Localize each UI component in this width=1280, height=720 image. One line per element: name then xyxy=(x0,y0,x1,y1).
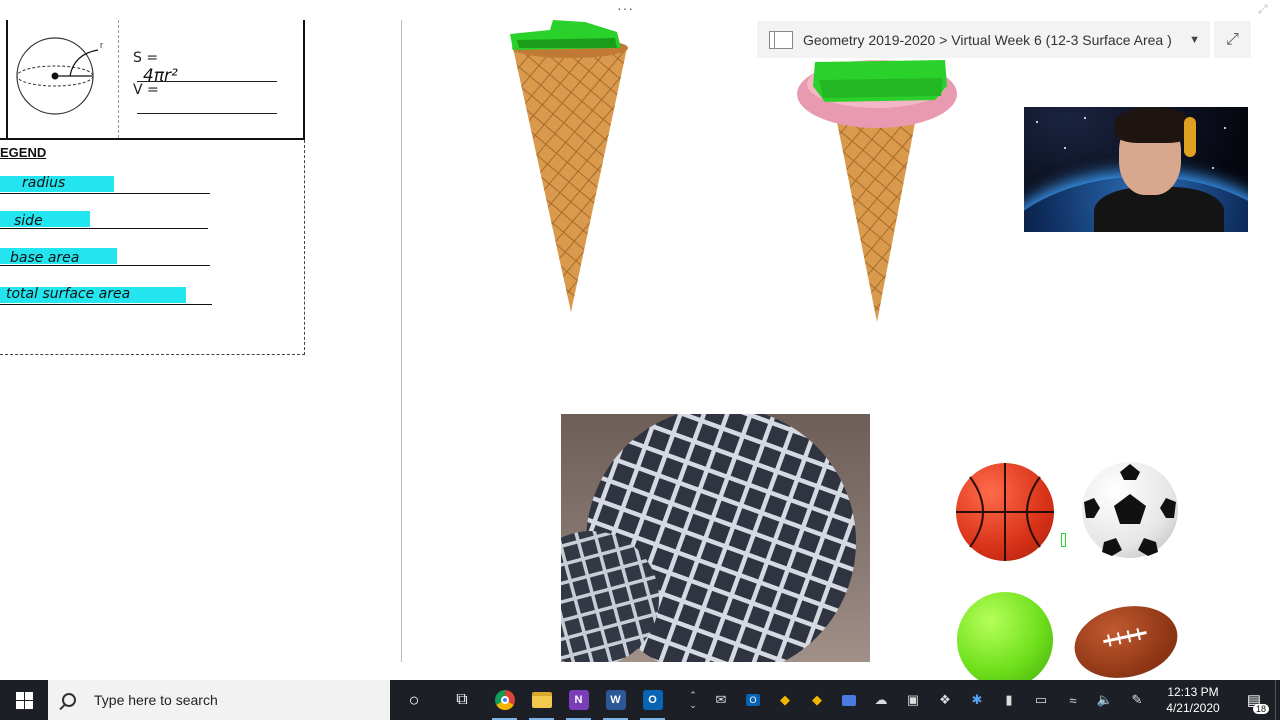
search-placeholder: Type here to search xyxy=(94,692,218,708)
legend-item-label: side xyxy=(14,213,43,229)
taskbar-search-box[interactable]: Type here to search xyxy=(48,680,390,720)
page-divider xyxy=(401,20,402,662)
football-image[interactable] xyxy=(1067,596,1185,680)
cortana-icon[interactable]: ○ xyxy=(390,680,438,720)
onenote-canvas[interactable]: r S = 4πr² V = EGEND radius side base ar… xyxy=(0,0,1280,680)
ice-cream-cone-scoop-image[interactable] xyxy=(795,56,960,326)
surface-area-formula: S = 4πr² xyxy=(133,50,303,86)
breadcrumb-text: Geometry 2019-2020 > Virtual Week 6 (12-… xyxy=(803,31,1172,48)
system-tray: ⌃ ⌄ ✉ O ◆ ◆ ☁ ▣ ❖ ✱ ▮ ▭ ≈ 🔈 ✎ 12:13 PM 4/… xyxy=(681,680,1280,720)
windows-logo-icon xyxy=(15,691,33,709)
notebook-breadcrumb[interactable]: Geometry 2019-2020 > Virtual Week 6 (12-… xyxy=(757,21,1210,58)
search-icon xyxy=(62,693,76,707)
legend-item-total-surface-area: total surface area xyxy=(0,286,212,309)
sphere-formula-box: r S = 4πr² V = xyxy=(0,20,305,140)
more-options-icon[interactable]: ··· xyxy=(617,0,634,16)
taskbar-clock[interactable]: 12:13 PM 4/21/2020 xyxy=(1153,684,1233,716)
box-left-border xyxy=(6,20,8,138)
show-desktop-button[interactable] xyxy=(1275,680,1280,720)
chevron-down-icon[interactable]: ▼ xyxy=(1189,34,1200,46)
mail-icon[interactable]: ✉ xyxy=(705,680,737,720)
start-button[interactable] xyxy=(0,680,48,720)
meeting-icon[interactable] xyxy=(833,680,865,720)
notification-icon[interactable]: ▤ 18 xyxy=(1233,680,1275,720)
outlook-icon[interactable]: O xyxy=(634,680,671,720)
usb-icon[interactable]: ▮ xyxy=(993,680,1025,720)
expand-icon[interactable]: ⤢ xyxy=(1214,21,1251,58)
clock-date: 4/21/2020 xyxy=(1166,701,1220,715)
green-ink-mark xyxy=(1061,533,1066,547)
task-view-icon[interactable]: ⧉ xyxy=(438,680,486,720)
word-icon[interactable]: W xyxy=(597,680,634,720)
sphere-r-label: r xyxy=(100,40,103,50)
wifi-icon[interactable]: ≈ xyxy=(1057,680,1089,720)
sphere-diagram: r xyxy=(16,37,103,115)
legend-item-label: radius xyxy=(22,175,66,191)
box-divider xyxy=(118,20,119,138)
green-ball-image[interactable] xyxy=(957,592,1053,680)
drive-icon[interactable]: ◆ xyxy=(801,680,833,720)
legend-item-base-area: base area xyxy=(0,248,210,270)
drive-sync-icon[interactable]: ◆ xyxy=(769,680,801,720)
volume-icon[interactable]: 🔈 xyxy=(1089,680,1121,720)
volume-formula: V = xyxy=(133,82,303,114)
outlook-tray-icon[interactable]: O xyxy=(737,680,769,720)
onedrive-icon[interactable]: ☁ xyxy=(865,680,897,720)
fullscreen-corner-icon[interactable]: ⤢ xyxy=(1258,2,1268,17)
battery-icon[interactable]: ▭ xyxy=(1025,680,1057,720)
notification-badge: 18 xyxy=(1252,704,1269,714)
onenote-icon[interactable]: N xyxy=(560,680,597,720)
legend-item-side: side xyxy=(0,211,208,233)
formula-v-label: V = xyxy=(133,82,159,98)
legend-title: EGEND xyxy=(0,145,47,160)
soccer-ball-image[interactable] xyxy=(1082,462,1178,558)
display-icon[interactable]: ▣ xyxy=(897,680,929,720)
legend-item-radius: radius xyxy=(0,175,210,198)
lattice-sphere-sculpture-image[interactable] xyxy=(561,414,870,662)
notebook-icon xyxy=(769,30,793,49)
pen-icon[interactable]: ✎ xyxy=(1121,680,1153,720)
bluetooth-icon[interactable]: ✱ xyxy=(961,680,993,720)
legend-item-label: base area xyxy=(10,250,80,266)
windows-taskbar: Type here to search ○ ⧉ N W O ⌃ ⌄ ✉ O ◆ ◆… xyxy=(0,680,1280,720)
tray-scroll-icon[interactable]: ⌃ ⌄ xyxy=(681,680,705,720)
formula-s-label: S = xyxy=(133,50,159,66)
legend-item-label: total surface area xyxy=(6,286,131,302)
ice-cream-cone-image[interactable] xyxy=(505,18,635,314)
chrome-icon[interactable] xyxy=(486,680,523,720)
basketball-image[interactable] xyxy=(956,463,1054,561)
file-explorer-icon[interactable] xyxy=(523,680,560,720)
clock-time: 12:13 PM xyxy=(1167,685,1219,699)
app-tray-icon[interactable]: ❖ xyxy=(929,680,961,720)
webcam-video xyxy=(1024,107,1248,232)
